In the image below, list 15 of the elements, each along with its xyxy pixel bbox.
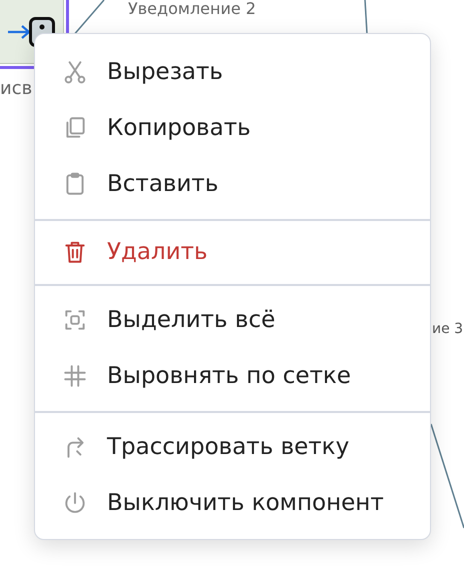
menu-item[interactable]: Выключить компонент xyxy=(35,475,430,531)
menu-item[interactable]: Вырезать xyxy=(35,44,430,100)
menu-item[interactable]: Копировать xyxy=(35,100,430,156)
menu-item[interactable]: Трассировать ветку xyxy=(35,419,430,475)
menu-item[interactable]: Удалить xyxy=(35,227,430,277)
node-label: ие 3 xyxy=(432,321,464,337)
menu-item[interactable]: Выровнять по сетке xyxy=(35,348,430,404)
node-label: исв xyxy=(0,78,32,99)
connector-line xyxy=(364,0,368,34)
arrow-icon xyxy=(7,25,31,39)
node-label: Уведомление 2 xyxy=(128,0,256,18)
scissors-icon xyxy=(62,59,88,85)
menu-item[interactable]: Выделить всё xyxy=(35,292,430,348)
menu-item[interactable]: Вставить xyxy=(35,156,430,212)
grid-icon xyxy=(62,363,88,389)
